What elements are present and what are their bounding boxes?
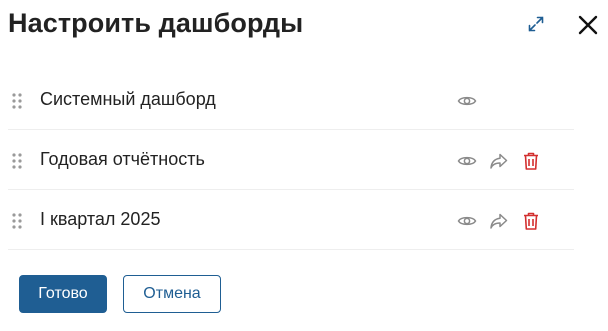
delete-button[interactable]: [520, 210, 542, 232]
share-button[interactable]: [488, 210, 510, 232]
list-item: Годовая отчётность: [8, 130, 574, 190]
trash-icon: [524, 212, 538, 230]
eye-icon: [457, 156, 477, 166]
dialog-header: Настроить дашборды: [0, 0, 608, 56]
eye-icon: [457, 96, 477, 106]
cancel-button[interactable]: Отмена: [123, 275, 221, 313]
drag-handle-icon[interactable]: [11, 92, 23, 110]
drag-handle-icon[interactable]: [11, 152, 23, 170]
dashboard-name: I квартал 2025: [40, 209, 161, 229]
share-arrow-icon: [490, 213, 508, 229]
list-item: Системный дашборд: [8, 70, 574, 130]
dashboard-name: Годовая отчётность: [40, 149, 205, 169]
close-icon: [578, 15, 598, 35]
expand-button[interactable]: [524, 12, 548, 36]
close-button[interactable]: [574, 11, 602, 39]
visibility-button[interactable]: [456, 210, 478, 232]
share-button[interactable]: [488, 150, 510, 172]
visibility-button[interactable]: [456, 90, 478, 112]
trash-icon: [524, 152, 538, 170]
drag-handle-icon[interactable]: [11, 212, 23, 230]
dialog-title: Настроить дашборды: [8, 8, 304, 38]
share-arrow-icon: [490, 153, 508, 169]
dashboard-list: Системный дашборд Годовая отчётность I к…: [8, 70, 574, 250]
expand-arrows-icon: [528, 16, 544, 32]
visibility-button[interactable]: [456, 150, 478, 172]
done-button[interactable]: Готово: [19, 275, 107, 313]
dashboard-name: Системный дашборд: [40, 89, 216, 109]
configure-dashboards-dialog: Настроить дашборды Системный дашборд Год…: [0, 0, 608, 331]
list-item: I квартал 2025: [8, 190, 574, 250]
delete-button[interactable]: [520, 150, 542, 172]
eye-icon: [457, 216, 477, 226]
